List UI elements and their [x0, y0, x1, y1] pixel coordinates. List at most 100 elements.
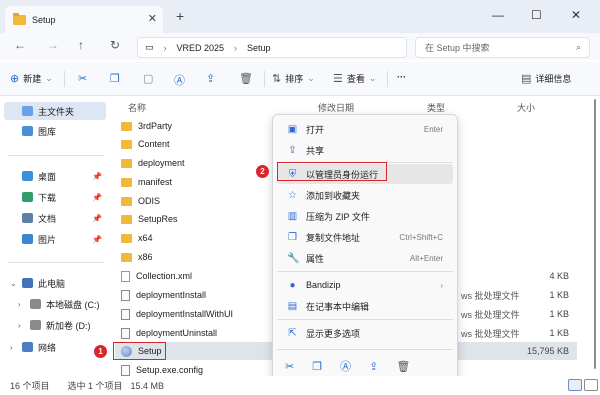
- sidebar-item-local-disk[interactable]: › 本地磁盘 (C:): [4, 295, 106, 313]
- menu-item-label: 压缩为 ZIP 文件: [306, 211, 370, 222]
- menu-item-more-options[interactable]: ⇱ 显示更多选项: [277, 323, 453, 343]
- divider: [277, 271, 453, 272]
- column-header-name[interactable]: 名称: [128, 101, 146, 114]
- breadcrumb-setup[interactable]: Setup: [247, 43, 271, 53]
- sidebar-item-home[interactable]: 主文件夹: [4, 102, 106, 120]
- menu-item-share[interactable]: ⇪ 共享: [277, 140, 453, 160]
- share-icon[interactable]: ⇪: [369, 360, 378, 373]
- rename-icon[interactable]: Ⓐ: [340, 358, 351, 374]
- up-icon[interactable]: ↑: [78, 38, 84, 52]
- notepad-icon: ▤: [287, 300, 298, 312]
- menu-item-add-favorites[interactable]: ☆ 添加到收藏夹: [277, 185, 453, 205]
- title-bar: Setup ✕ + — ☐ ✕: [0, 0, 600, 33]
- divider: [277, 319, 453, 320]
- tab-setup[interactable]: Setup ✕: [5, 6, 163, 33]
- column-header-type[interactable]: 类型: [427, 101, 445, 114]
- refresh-icon[interactable]: ↻: [110, 38, 120, 52]
- menu-item-open[interactable]: ▣ 打开 Enter: [277, 119, 453, 139]
- cut-icon[interactable]: ✂: [285, 360, 294, 373]
- delete-button[interactable]: 🗑: [239, 72, 253, 85]
- column-header-modified[interactable]: 修改日期: [318, 101, 354, 114]
- menu-item-properties[interactable]: 🔧 属性 Alt+Enter: [277, 248, 453, 268]
- copy-icon[interactable]: ❐: [312, 360, 322, 373]
- new-tab-icon[interactable]: +: [176, 8, 184, 24]
- sidebar-item-network[interactable]: › 网络: [4, 338, 106, 356]
- folder-icon: [121, 214, 132, 224]
- view-button[interactable]: ☰ 查看 ⌄: [333, 72, 376, 85]
- chevron-down-icon: ⌄: [368, 73, 377, 83]
- copy-button[interactable]: ❐: [110, 72, 120, 85]
- menu-item-edit-notepad[interactable]: ▤ 在记事本中编辑: [277, 296, 453, 316]
- address-row: ← → ↑ ↻ ▭ › VRED 2025 › Setup 在 Setup 中搜…: [0, 33, 600, 60]
- file-size: 4 KB: [549, 271, 569, 281]
- folder-icon: [13, 12, 26, 25]
- shortcut-label: Alt+Enter: [409, 253, 443, 263]
- desktop-icon: [22, 171, 33, 181]
- search-input[interactable]: 在 Setup 中搜索 ⌕: [415, 37, 590, 58]
- sidebar-item-desktop[interactable]: 桌面 📌: [4, 167, 106, 185]
- file-size: 15,795 KB: [526, 346, 569, 356]
- cut-button[interactable]: ✂: [78, 72, 87, 85]
- sidebar-item-downloads[interactable]: 下载 📌: [4, 188, 106, 206]
- chevron-down-icon[interactable]: ⌄: [10, 279, 17, 288]
- details-view-icon[interactable]: [568, 379, 582, 391]
- menu-item-label: Bandizip: [306, 280, 341, 290]
- breadcrumb-separator-icon: ›: [234, 42, 238, 53]
- trash-icon: 🗑: [239, 73, 253, 85]
- pin-icon: 📌: [92, 234, 102, 244]
- vertical-scrollbar[interactable]: [592, 97, 598, 375]
- search-placeholder: 在 Setup 中搜索: [425, 43, 490, 53]
- sidebar-item-label: 图库: [38, 126, 57, 137]
- copy-path-icon: ❐: [288, 231, 297, 243]
- xml-file-icon: [121, 270, 130, 282]
- menu-item-label: 复制文件地址: [306, 232, 361, 243]
- wrench-icon: 🔧: [287, 252, 300, 264]
- menu-item-copy-path[interactable]: ❐ 复制文件地址 Ctrl+Shift+C: [277, 227, 453, 247]
- divider: [64, 71, 65, 87]
- chevron-right-icon[interactable]: ›: [10, 343, 13, 352]
- menu-item-bandizip[interactable]: ● Bandizip ›: [277, 275, 453, 295]
- column-header-size[interactable]: 大小: [517, 101, 535, 114]
- chevron-right-icon[interactable]: ›: [18, 321, 21, 330]
- forward-icon[interactable]: →: [47, 38, 59, 52]
- sidebar-item-new-volume[interactable]: › 新加卷 (D:): [4, 316, 106, 334]
- sort-button[interactable]: ⇅ 排序 ⌄: [272, 72, 315, 85]
- close-tab-icon[interactable]: ✕: [148, 12, 157, 25]
- address-bar[interactable]: ▭ › VRED 2025 › Setup: [137, 37, 407, 58]
- tiles-view-icon[interactable]: [584, 379, 598, 391]
- sidebar-item-this-pc[interactable]: ⌄ 此电脑: [4, 274, 106, 292]
- folder-icon: [121, 196, 132, 206]
- new-button[interactable]: ⊕ 新建 ⌄: [10, 72, 53, 85]
- sidebar-item-pictures[interactable]: 图片 📌: [4, 230, 106, 248]
- menu-item-compress-zip[interactable]: ▥ 压缩为 ZIP 文件: [277, 206, 453, 226]
- paste-button[interactable]: ▢: [143, 72, 153, 85]
- status-bar: 16 个项目 选中 1 个项目 15.4 MB: [0, 376, 600, 395]
- chevron-right-icon[interactable]: ›: [18, 300, 21, 309]
- trash-icon[interactable]: 🗑: [396, 360, 410, 373]
- details-button[interactable]: ▤ 详细信息: [521, 72, 571, 85]
- selection-count: 选中 1 个项目: [67, 381, 123, 391]
- sidebar-item-documents[interactable]: 文档 📌: [4, 209, 106, 227]
- tab-title: Setup: [32, 14, 56, 25]
- network-icon: [22, 342, 33, 352]
- rename-button[interactable]: Ⓐ: [174, 72, 185, 88]
- more-button[interactable]: ···: [397, 72, 406, 82]
- pin-icon: 📌: [92, 192, 102, 202]
- sidebar-item-gallery[interactable]: 图库: [4, 122, 106, 140]
- share-button[interactable]: ⇪: [206, 72, 215, 85]
- breadcrumb-vred[interactable]: VRED 2025: [177, 43, 225, 53]
- callout-badge-2: 2: [256, 165, 269, 178]
- minimize-icon[interactable]: —: [492, 8, 504, 22]
- scrollbar-thumb[interactable]: [594, 99, 596, 369]
- monitor-icon: ▭: [145, 42, 154, 52]
- back-icon[interactable]: ←: [14, 38, 26, 52]
- sidebar-item-label: 本地磁盘 (C:): [46, 299, 100, 310]
- command-bar: ⊕ 新建 ⌄ ✂ ❐ ▢ Ⓐ ⇪ 🗑 ⇅ 排序 ⌄ ☰ 查看 ⌄ ··· ▤ 详…: [0, 62, 600, 96]
- folder-icon: [121, 177, 132, 187]
- callout-badge-1: 1: [94, 345, 107, 358]
- share-icon: ⇪: [288, 144, 297, 156]
- close-window-icon[interactable]: ✕: [571, 8, 581, 22]
- details-pane-icon: ▤: [521, 73, 532, 85]
- maximize-icon[interactable]: ☐: [531, 8, 542, 22]
- highlight-box-setup: [113, 342, 166, 360]
